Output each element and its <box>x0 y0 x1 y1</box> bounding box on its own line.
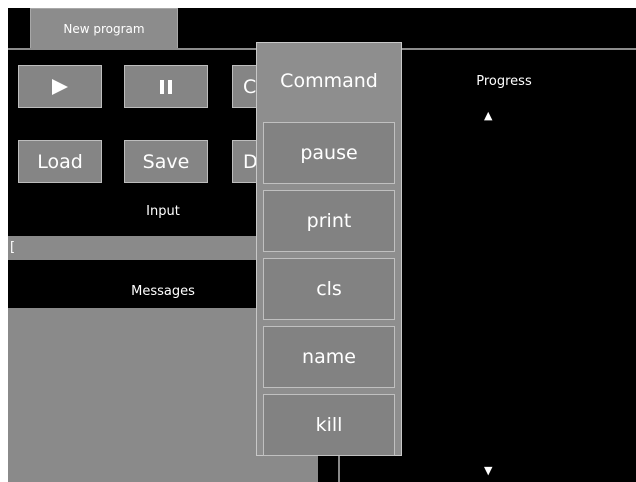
load-button-label: Load <box>37 150 83 173</box>
menu-item-kill[interactable]: kill <box>263 394 395 456</box>
input-title: Input <box>146 204 180 219</box>
play-button[interactable] <box>18 65 102 108</box>
input-field[interactable]: [ <box>8 236 260 260</box>
pause-icon <box>160 79 172 94</box>
menu-item-print[interactable]: print <box>263 190 395 252</box>
messages-title: Messages <box>131 284 195 299</box>
menu-item-name[interactable]: name <box>263 326 395 388</box>
tab-new-program[interactable]: New program <box>30 8 178 48</box>
save-button[interactable]: Save <box>124 140 208 183</box>
c-button-label: C <box>243 75 257 98</box>
pause-button[interactable] <box>124 65 208 108</box>
command-menu: Command pause print cls name kill <box>256 42 402 456</box>
command-menu-title: Command <box>280 70 378 92</box>
menu-item-pause[interactable]: pause <box>263 122 395 184</box>
scroll-up-arrow-icon[interactable]: ▲ <box>484 109 492 122</box>
play-icon <box>52 78 68 95</box>
scroll-down-arrow-icon[interactable]: ▼ <box>484 464 492 477</box>
save-button-label: Save <box>142 150 190 173</box>
progress-title: Progress <box>476 74 532 89</box>
menu-item-cls[interactable]: cls <box>263 258 395 320</box>
load-button[interactable]: Load <box>18 140 102 183</box>
app-window: New program C Load Save D Input [ Messag… <box>8 8 636 482</box>
